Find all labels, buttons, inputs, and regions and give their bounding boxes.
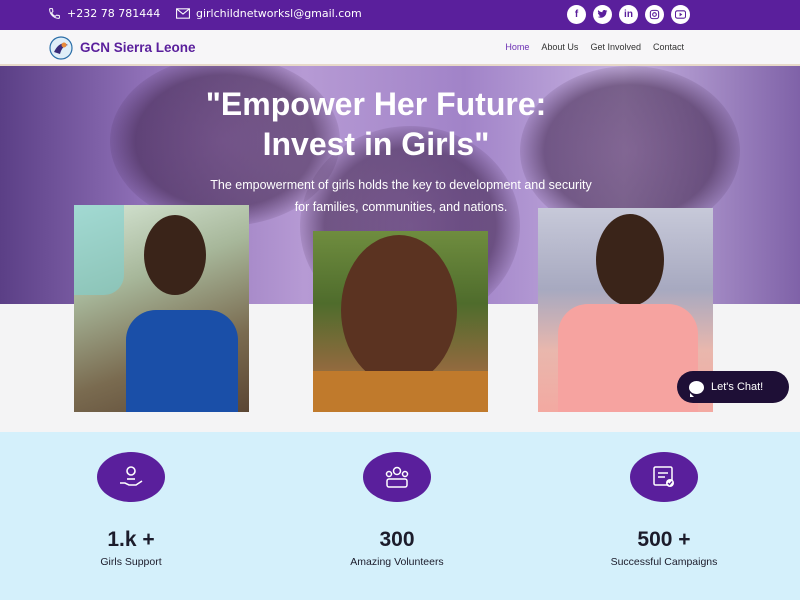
photo-person-head (341, 235, 457, 385)
stat-value: 300 (379, 528, 415, 551)
chat-button[interactable]: Let's Chat! (677, 371, 789, 403)
stat-amazing-volunteers: 300 Amazing Volunteers (297, 452, 497, 568)
hand-support-icon (97, 452, 165, 502)
stat-girls-support: 1.k + Girls Support (31, 452, 231, 568)
nav-item-about-us[interactable]: About Us (541, 42, 578, 52)
nav-item-get-involved[interactable]: Get Involved (590, 42, 641, 52)
email-contact[interactable]: girlchildnetworksl@gmail.com (176, 7, 362, 20)
nav-item-home[interactable]: Home (505, 42, 529, 52)
hero-subtitle-line-1: The empowerment of girls holds the key t… (210, 178, 592, 192)
photo-person-shirt (126, 310, 238, 412)
chat-label: Let's Chat! (711, 381, 764, 393)
girl-with-phone-photo (74, 205, 249, 412)
hero-title-line-2: Invest in Girls" (262, 126, 490, 162)
facebook-icon[interactable]: f (567, 5, 586, 24)
photo-person-head (144, 215, 206, 295)
stats-section: 1.k + Girls Support 300 Amazing Voluntee… (0, 432, 800, 600)
social-links: f in (567, 5, 690, 24)
envelope-icon (176, 8, 190, 19)
phone-number: +232 78 781444 (67, 7, 161, 20)
main-navigation: GCN Sierra Leone Home About Us Get Invol… (0, 30, 800, 66)
nav-item-contact[interactable]: Contact (653, 42, 684, 52)
youtube-icon[interactable] (671, 5, 690, 24)
photo-background-person (74, 205, 124, 295)
stat-value: 1.k + (107, 528, 155, 551)
chat-bubble-icon (689, 380, 704, 397)
photo-person-shirt (558, 304, 698, 412)
smiling-boy-photo (313, 231, 488, 412)
hero-title-line-1: "Empower Her Future: (205, 86, 547, 122)
logo-icon[interactable] (48, 36, 74, 60)
phone-contact[interactable]: +232 78 781444 (48, 7, 160, 20)
photo-person-head (596, 214, 664, 306)
hero-title: "Empower Her Future: Invest in Girls" (0, 84, 752, 164)
hero-subtitle-line-2: for families, communities, and nations. (294, 200, 508, 214)
volunteers-icon (363, 452, 431, 502)
phone-icon (49, 8, 60, 19)
instagram-icon[interactable] (645, 5, 664, 24)
brand-name[interactable]: GCN Sierra Leone (80, 40, 196, 55)
nav-menu: Home About Us Get Involved Contact (505, 42, 684, 52)
email-address: girlchildnetworksl@gmail.com (196, 7, 362, 20)
stat-successful-campaigns: 500 + Successful Campaigns (564, 452, 764, 568)
top-contact-bar: +232 78 781444 girlchildnetworksl@gmail.… (0, 0, 800, 30)
stat-label: Successful Campaigns (610, 556, 718, 568)
campaign-certificate-icon (630, 452, 698, 502)
stat-label: Amazing Volunteers (350, 556, 444, 568)
stat-value: 500 + (637, 528, 691, 551)
twitter-icon[interactable] (593, 5, 612, 24)
photo-person-shirt (313, 371, 488, 412)
stat-label: Girls Support (100, 556, 162, 568)
linkedin-icon[interactable]: in (619, 5, 638, 24)
